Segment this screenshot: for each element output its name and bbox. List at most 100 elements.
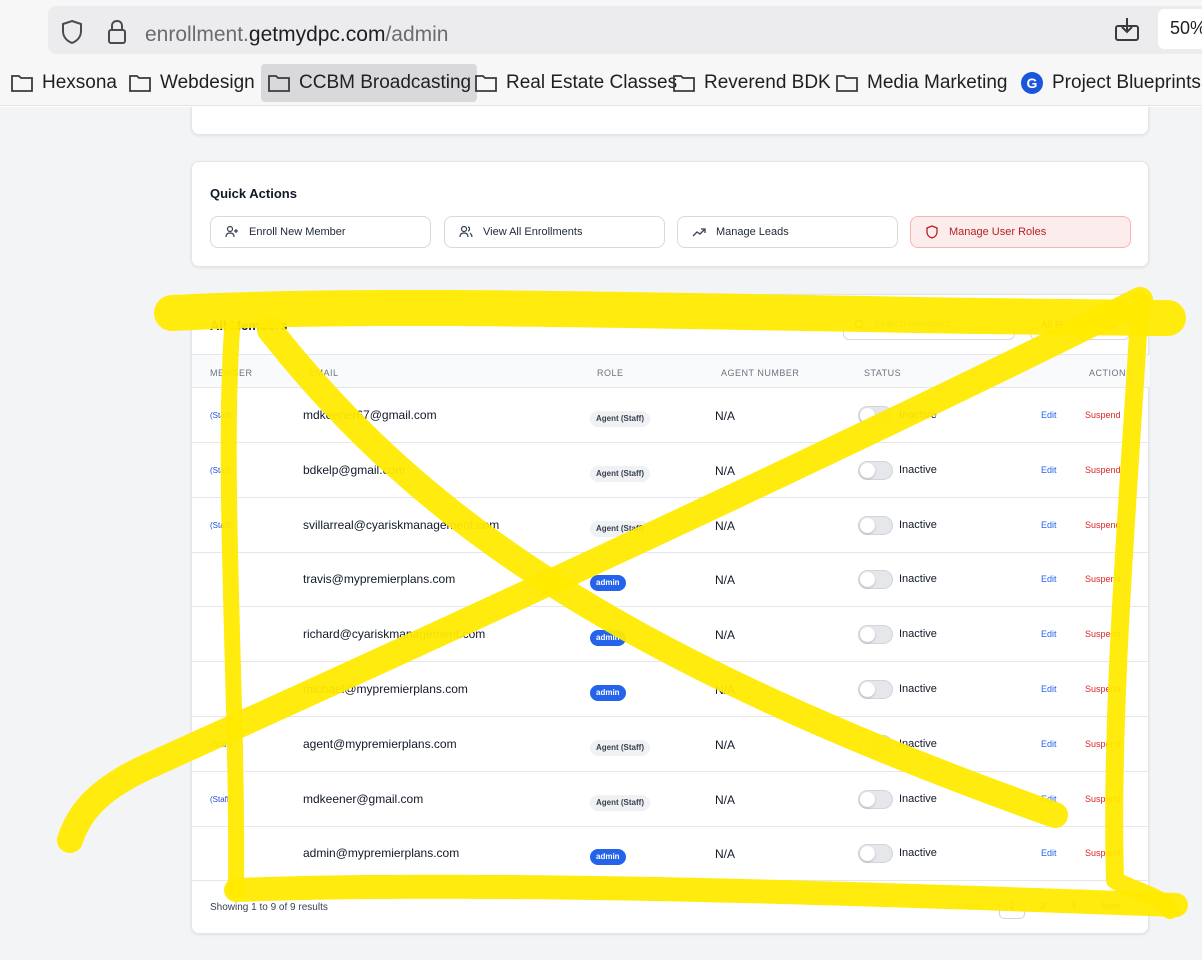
member-email: svillarreal@cyariskmanagement.com [303, 517, 500, 532]
suspend-link[interactable]: Suspend [1085, 520, 1121, 530]
bookmark-webdesign[interactable]: Webdesign [122, 64, 261, 102]
suspend-link[interactable]: Suspend [1085, 465, 1121, 475]
quick-actions-title: Quick Actions [210, 186, 297, 201]
manage-user-roles-button[interactable]: Manage User Roles [910, 216, 1131, 248]
trending-up-icon [692, 225, 706, 242]
edit-link[interactable]: Edit [1041, 465, 1057, 475]
edit-link[interactable]: Edit [1041, 629, 1057, 639]
admin-page: Quick Actions Enroll New Member View All… [0, 107, 1202, 960]
bookmark-hexsona[interactable]: Hexsona [4, 64, 123, 102]
column-header-member: MEMBER [210, 368, 253, 378]
column-header-actions: ACTIONS [1089, 368, 1133, 378]
agent-number: N/A [715, 518, 736, 533]
enroll-new-member-button[interactable]: Enroll New Member [210, 216, 431, 248]
status-toggle[interactable] [858, 406, 893, 425]
lock-icon[interactable] [106, 19, 128, 50]
status-toggle[interactable] [858, 570, 893, 590]
bookmark-project-blueprints[interactable]: G Project Blueprints f [1014, 64, 1202, 102]
table-header: MEMBER EMAIL ROLE AGENT NUMBER STATUS AC… [192, 354, 1150, 388]
role-cell: admin [590, 627, 626, 647]
suspend-link[interactable]: Suspend [1085, 574, 1121, 584]
agent-number: N/A [715, 463, 736, 478]
shield-icon [925, 225, 939, 242]
member-type-label: (Staff) [210, 739, 232, 749]
users-icon [459, 225, 473, 242]
role-cell: Agent (Staff) [590, 792, 650, 811]
address-bar[interactable]: enrollment.getmydpc.com/admin [48, 6, 1202, 54]
next-page-button[interactable]: Next [1094, 893, 1128, 919]
status-toggle[interactable] [858, 460, 893, 480]
plan-filter-select[interactable]: All Plans [1030, 310, 1130, 340]
role-badge: Agent (Staff) [590, 520, 650, 537]
member-email: richard@cyariskmanagement.com [303, 627, 486, 642]
status-text: Inactive [899, 573, 937, 586]
manage-leads-button[interactable]: Manage Leads [677, 216, 898, 248]
table-row: (Staff) agent@mypremierplans.com Agent (St… [192, 717, 1150, 772]
quick-actions-card: Quick Actions Enroll New Member View All… [191, 161, 1149, 267]
role-badge: Agent (Staff) [590, 411, 650, 427]
page-button-1[interactable]: 1 [999, 893, 1025, 919]
status-toggle[interactable] [858, 734, 893, 754]
member-email: michael@mypremierplans.com [303, 682, 468, 696]
page-button-2[interactable]: 2 [1030, 893, 1056, 919]
user-plus-icon [225, 225, 239, 242]
bookmark-reverend-bdk[interactable]: Reverend BDK [666, 64, 837, 102]
edit-link[interactable]: Edit [1041, 794, 1057, 804]
edit-link[interactable]: Edit [1041, 574, 1057, 584]
status-toggle[interactable] [858, 625, 893, 645]
role-cell: admin [590, 572, 626, 592]
edit-link[interactable]: Edit [1041, 739, 1057, 749]
bookmark-ccbm-broadcasting[interactable]: CCBM Broadcasting [261, 64, 478, 102]
browser-chrome: enrollment.getmydpc.com/admin 50% Hexson… [0, 0, 1202, 106]
folder-icon [836, 75, 858, 92]
role-badge: admin [590, 575, 626, 592]
member-email: admin@mypremierplans.com [303, 846, 460, 861]
suspend-link[interactable]: Suspend [1085, 848, 1121, 858]
table-row: (Staff) mdkeener@gmail.com Agent (Staff) N/… [192, 772, 1150, 827]
member-type-label: (Staff) [210, 520, 232, 530]
status-toggle[interactable] [858, 844, 893, 864]
suspend-link[interactable]: Suspend [1085, 739, 1121, 749]
table-row: travis@mypremierplans.com admin N/A Inactiv… [192, 552, 1150, 608]
suspend-link[interactable]: Suspend [1085, 794, 1121, 804]
status-text: Inactive [899, 683, 937, 695]
status-text: Inactive [899, 737, 937, 750]
page-button-3[interactable]: 3 [1060, 893, 1086, 919]
status-toggle[interactable] [858, 789, 893, 809]
role-cell: Agent (Staff) [590, 737, 650, 756]
bookmark-real-estate-classes[interactable]: Real Estate Classes [468, 64, 683, 102]
status-toggle[interactable] [858, 680, 893, 699]
download-icon[interactable] [1113, 15, 1141, 48]
role-cell: admin [590, 682, 626, 701]
edit-link[interactable]: Edit [1041, 848, 1057, 858]
bookmark-media-marketing[interactable]: Media Marketing [829, 64, 1013, 102]
status-toggle[interactable] [858, 515, 893, 535]
member-type-label: (Staff) [210, 465, 232, 475]
suspend-link[interactable]: Suspend [1085, 629, 1121, 639]
column-header-role: ROLE [597, 368, 624, 378]
status-text: Inactive [899, 518, 937, 531]
role-cell: Agent (Staff) [590, 518, 650, 537]
folder-icon [11, 75, 33, 92]
results-count: Showing 1 to 9 of 9 results [210, 902, 328, 913]
table-row: (Staff) svillarreal@cyariskmanagement.com… [192, 498, 1150, 553]
edit-link[interactable]: Edit [1041, 520, 1057, 530]
member-email: bdkelp@gmail.com [303, 462, 406, 477]
table-row: richard@cyariskmanagement.com admin N/A Ina… [192, 607, 1150, 663]
search-input[interactable]: Search members... [843, 310, 1015, 340]
plan-filter-value: All Plans [1041, 320, 1080, 331]
view-all-enrollments-button[interactable]: View All Enrollments [444, 216, 665, 248]
url-text[interactable]: enrollment.getmydpc.com/admin [145, 23, 448, 47]
shield-icon[interactable] [60, 19, 84, 50]
agent-number: N/A [715, 683, 736, 697]
zoom-level[interactable]: 50% [1158, 9, 1202, 49]
previous-page-button[interactable]: Previous [940, 893, 990, 919]
status-text: Inactive [899, 409, 937, 421]
edit-link[interactable]: Edit [1041, 684, 1057, 694]
role-badge: Agent (Staff) [590, 739, 650, 756]
status-text: Inactive [899, 463, 937, 476]
suspend-link[interactable]: Suspend [1085, 410, 1121, 420]
role-badge: Agent (Staff) [590, 465, 650, 482]
edit-link[interactable]: Edit [1041, 410, 1057, 420]
suspend-link[interactable]: Suspend [1085, 684, 1121, 694]
